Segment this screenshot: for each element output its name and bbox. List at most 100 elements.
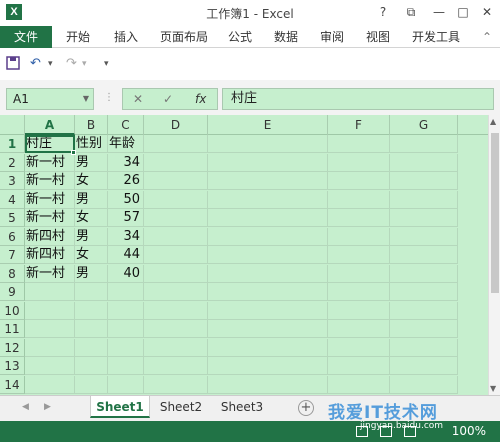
tab-developer[interactable]: 开发工具 (408, 28, 464, 48)
table-cell[interactable] (208, 209, 328, 227)
table-cell[interactable] (144, 172, 208, 190)
table-cell[interactable] (390, 264, 458, 283)
redo-icon[interactable]: ↷ (66, 56, 77, 72)
table-cell[interactable] (108, 338, 144, 357)
tab-data[interactable]: 数据 (268, 28, 304, 48)
name-box[interactable]: A1 ▼ (6, 88, 94, 110)
scrollbar-thumb[interactable] (491, 133, 499, 293)
table-cell[interactable] (208, 301, 328, 320)
table-cell[interactable] (390, 283, 458, 301)
table-cell[interactable]: 新一村 (25, 190, 75, 209)
table-cell[interactable] (144, 209, 208, 227)
table-cell[interactable] (390, 227, 458, 246)
zoom-level[interactable]: 100% (452, 424, 486, 438)
enter-icon[interactable]: ✓ (163, 92, 173, 106)
table-cell[interactable] (208, 135, 328, 153)
scroll-down-icon[interactable]: ▼ (490, 384, 496, 393)
table-cell[interactable] (144, 227, 208, 246)
table-cell[interactable] (328, 338, 390, 357)
table-cell[interactable] (144, 357, 208, 375)
vertical-scrollbar[interactable]: ▲ ▼ (488, 115, 500, 395)
table-cell[interactable] (208, 375, 328, 394)
table-cell[interactable] (144, 246, 208, 264)
table-cell[interactable]: 新四村 (25, 246, 75, 264)
row-header[interactable]: 14 (0, 375, 25, 394)
table-cell[interactable] (328, 135, 390, 153)
tab-insert[interactable]: 插入 (108, 28, 144, 48)
table-cell[interactable] (144, 264, 208, 283)
table-cell[interactable] (390, 209, 458, 227)
table-cell[interactable] (328, 227, 390, 246)
table-cell[interactable] (108, 320, 144, 338)
table-cell[interactable] (75, 338, 108, 357)
maximize-button[interactable]: □ (452, 3, 474, 21)
table-cell[interactable]: 26 (108, 172, 144, 190)
table-cell[interactable] (208, 227, 328, 246)
table-cell[interactable]: 女 (75, 172, 108, 190)
table-cell[interactable] (108, 375, 144, 394)
table-cell[interactable]: 男 (75, 264, 108, 283)
tab-formulas[interactable]: 公式 (222, 28, 258, 48)
table-cell[interactable] (390, 320, 458, 338)
table-cell[interactable] (25, 357, 75, 375)
table-cell[interactable] (144, 338, 208, 357)
table-cell[interactable] (144, 135, 208, 153)
table-cell[interactable] (328, 283, 390, 301)
sheet-tab-sheet3[interactable]: Sheet3 (213, 396, 271, 418)
table-cell[interactable] (390, 246, 458, 264)
table-cell[interactable] (75, 301, 108, 320)
table-cell[interactable]: 女 (75, 246, 108, 264)
prev-sheet-icon[interactable]: ◀ (22, 402, 29, 412)
table-cell[interactable] (328, 153, 390, 172)
undo-dropdown-icon[interactable]: ▾ (48, 56, 53, 72)
row-header[interactable]: 5 (0, 209, 25, 227)
table-cell[interactable] (75, 357, 108, 375)
column-header[interactable]: C (108, 115, 144, 135)
table-cell[interactable]: 34 (108, 227, 144, 246)
sheet-tab-sheet2[interactable]: Sheet2 (152, 396, 210, 418)
table-cell[interactable] (208, 264, 328, 283)
cancel-icon[interactable]: ✕ (133, 92, 143, 106)
table-cell[interactable]: 新一村 (25, 172, 75, 190)
table-cell[interactable]: 34 (108, 153, 144, 172)
table-cell[interactable] (208, 338, 328, 357)
table-cell[interactable] (108, 357, 144, 375)
table-cell[interactable] (208, 357, 328, 375)
table-cell[interactable]: 40 (108, 264, 144, 283)
tab-file[interactable]: 文件 (0, 26, 52, 48)
row-header[interactable]: 9 (0, 283, 25, 301)
table-cell[interactable] (75, 320, 108, 338)
tab-page-layout[interactable]: 页面布局 (156, 28, 212, 48)
undo-icon[interactable]: ↶ (30, 56, 41, 72)
table-cell[interactable]: 44 (108, 246, 144, 264)
table-cell[interactable] (25, 320, 75, 338)
table-cell[interactable]: 57 (108, 209, 144, 227)
table-cell[interactable] (208, 320, 328, 338)
table-cell[interactable]: 新一村 (25, 153, 75, 172)
table-cell[interactable]: 男 (75, 227, 108, 246)
table-cell[interactable] (208, 172, 328, 190)
table-cell[interactable] (328, 375, 390, 394)
table-cell[interactable] (25, 375, 75, 394)
table-cell[interactable] (328, 264, 390, 283)
table-cell[interactable] (25, 338, 75, 357)
table-cell[interactable] (390, 190, 458, 209)
tab-review[interactable]: 审阅 (314, 28, 350, 48)
table-cell[interactable] (75, 375, 108, 394)
row-header[interactable]: 12 (0, 338, 25, 357)
save-icon[interactable] (6, 56, 20, 72)
row-header[interactable]: 3 (0, 172, 25, 190)
fill-handle[interactable] (71, 150, 76, 155)
table-cell[interactable] (75, 283, 108, 301)
chevron-down-icon[interactable]: ▼ (83, 89, 89, 109)
column-header[interactable]: E (208, 115, 328, 135)
table-cell[interactable] (328, 320, 390, 338)
table-cell[interactable] (328, 246, 390, 264)
column-header[interactable]: D (144, 115, 208, 135)
table-cell[interactable] (390, 301, 458, 320)
table-cell[interactable]: 年龄 (108, 135, 144, 153)
table-cell[interactable] (108, 283, 144, 301)
table-cell[interactable] (208, 246, 328, 264)
minimize-button[interactable]: — (428, 3, 450, 21)
add-sheet-icon[interactable]: + (298, 400, 314, 416)
